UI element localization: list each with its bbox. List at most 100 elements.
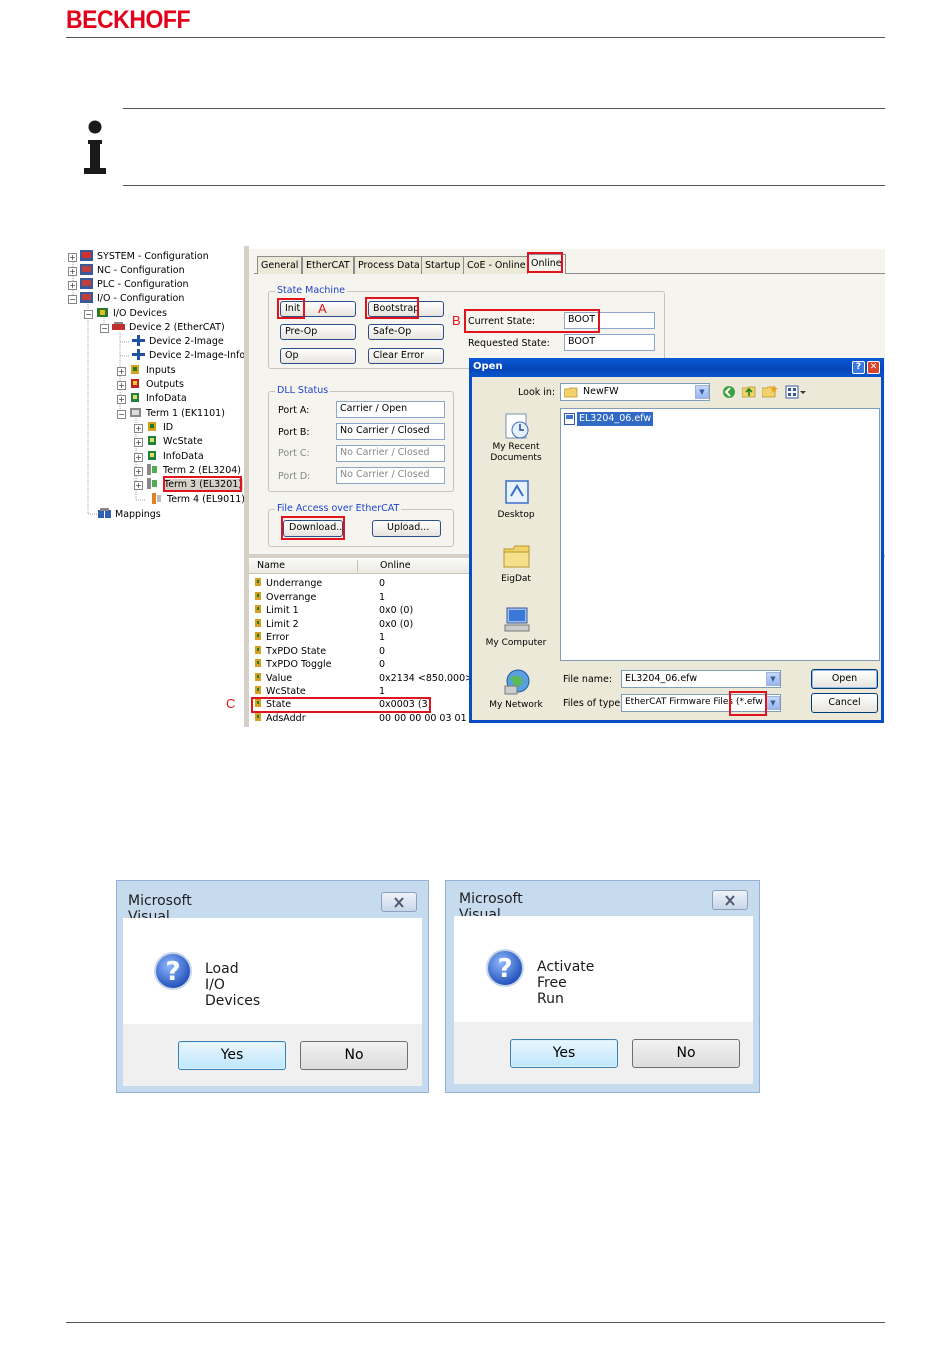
expand-icon[interactable]: + <box>117 367 126 376</box>
plc-icon <box>80 278 93 289</box>
no-button[interactable]: No <box>300 1041 408 1070</box>
grid-value: 00 00 00 00 03 01 E <box>379 713 476 724</box>
expand-icon[interactable]: + <box>68 267 77 276</box>
grid-row[interactable]: TxPDO Toggle 0 <box>254 658 385 671</box>
grid-row[interactable]: Limit 2 0x0 (0) <box>254 618 413 631</box>
up-folder-icon[interactable] <box>742 385 756 399</box>
grid-row[interactable]: Limit 1 0x0 (0) <box>254 604 413 617</box>
tree-item-outputs[interactable]: + Outputs <box>117 378 184 390</box>
close-icon[interactable]: ✕ <box>867 361 880 374</box>
my-computer-icon <box>504 607 530 632</box>
port-c-label: Port C: <box>278 448 310 459</box>
collapse-icon[interactable]: − <box>68 295 77 304</box>
collapse-icon[interactable]: − <box>84 310 93 319</box>
yes-button[interactable]: Yes <box>510 1039 618 1068</box>
preop-button[interactable]: Pre-Op <box>280 324 356 340</box>
place-label: My Network <box>489 700 543 710</box>
open-button[interactable]: Open <box>811 669 878 689</box>
grid-row[interactable]: Underrange 0 <box>254 577 385 590</box>
tree-label: SYSTEM - Configuration <box>97 251 209 262</box>
tree-item-nc[interactable]: + NC - Configuration <box>68 264 185 276</box>
clear-error-button[interactable]: Clear Error <box>368 348 444 364</box>
file-name: EL3204_06.efw <box>577 412 654 426</box>
grid-row[interactable]: Error 1 <box>254 631 385 644</box>
expand-icon[interactable]: + <box>134 453 143 462</box>
place-my-network[interactable]: My Network <box>476 668 556 718</box>
place-desktop[interactable]: Desktop <box>476 478 556 528</box>
chevron-down-icon[interactable]: ▼ <box>766 696 780 710</box>
expand-icon[interactable]: + <box>134 481 143 490</box>
expand-icon[interactable]: + <box>134 467 143 476</box>
new-folder-icon[interactable] <box>762 385 778 399</box>
open-dialog-title: Open <box>473 361 503 372</box>
tree-item-inputs[interactable]: + Inputs <box>117 364 176 376</box>
tree-item-term1-infodata[interactable]: + InfoData <box>134 450 204 462</box>
safeop-button[interactable]: Safe-Op <box>368 324 444 340</box>
expand-icon[interactable]: + <box>117 395 126 404</box>
grid-row[interactable]: TxPDO State 0 <box>254 645 385 658</box>
tree-item-id[interactable]: + ID <box>134 421 173 433</box>
tree-label: Device 2 (EtherCAT) <box>129 322 225 333</box>
cancel-button[interactable]: Cancel <box>811 693 878 713</box>
place-my-computer[interactable]: My Computer <box>476 606 556 656</box>
variable-icon <box>255 605 261 613</box>
grid-header-online[interactable]: Online <box>380 560 411 571</box>
tree-item-system[interactable]: + SYSTEM - Configuration <box>68 250 209 262</box>
upload-button[interactable]: Upload... <box>372 520 441 537</box>
tree-item-device2-image[interactable]: Device 2-Image <box>132 335 224 347</box>
file-list[interactable]: EL3204_06.efw <box>560 408 880 661</box>
tree-item-term2[interactable]: + Term 2 (EL3204) <box>134 464 241 476</box>
grid-value: 0x0 (0) <box>379 619 414 630</box>
grid-row[interactable]: Value 0x2134 <850.000> <box>254 672 473 685</box>
expand-icon[interactable]: + <box>68 281 77 290</box>
place-label: EigDat <box>501 574 531 584</box>
image-icon <box>132 349 145 360</box>
tab-startup[interactable]: Startup <box>421 256 465 274</box>
place-recent-documents[interactable]: My Recent Documents <box>476 412 556 472</box>
tree-item-io-devices[interactable]: − I/O Devices <box>84 307 167 319</box>
online-tab-highlight <box>527 252 563 273</box>
my-network-icon <box>504 669 530 695</box>
collapse-icon[interactable]: − <box>117 410 126 419</box>
port-a-field: Carrier / Open <box>336 401 445 418</box>
tree-item-term4[interactable]: Term 4 (EL9011) <box>150 493 245 505</box>
look-in-select[interactable]: NewFW ▼ <box>560 383 710 401</box>
expand-icon[interactable]: + <box>68 253 77 262</box>
tab-ethercat[interactable]: EtherCAT <box>302 256 354 274</box>
yes-button[interactable]: Yes <box>178 1041 286 1070</box>
chevron-down-icon[interactable]: ▼ <box>766 672 780 686</box>
expand-icon[interactable]: + <box>134 424 143 433</box>
tree-item-device2[interactable]: − Device 2 (EtherCAT) <box>100 321 225 333</box>
grid-header: Name Online <box>249 559 469 574</box>
expand-icon[interactable]: + <box>134 438 143 447</box>
grid-row[interactable]: Overrange 1 <box>254 591 385 604</box>
grid-header-divider <box>357 560 358 572</box>
file-type-highlight <box>729 691 767 716</box>
tab-general[interactable]: General <box>257 256 303 274</box>
collapse-icon[interactable]: − <box>100 324 109 333</box>
tab-process-data[interactable]: Process Data <box>354 256 424 274</box>
file-name-input[interactable]: EL3204_06.efw ▼ <box>621 670 781 688</box>
tree-item-io[interactable]: − I/O - Configuration <box>68 292 184 304</box>
chevron-down-icon[interactable]: ▼ <box>695 385 709 399</box>
tree-item-plc[interactable]: + PLC - Configuration <box>68 278 189 290</box>
close-button[interactable] <box>712 890 748 910</box>
expand-icon[interactable]: + <box>117 381 126 390</box>
tab-coe-online[interactable]: CoE - Online <box>463 256 530 274</box>
op-button[interactable]: Op <box>280 348 356 364</box>
place-eigdat[interactable]: EigDat <box>476 542 556 592</box>
tree-item-device2-image-info[interactable]: Device 2-Image-Info <box>132 349 245 361</box>
tree-item-term1[interactable]: − Term 1 (EK1101) <box>117 407 225 419</box>
tree-item-wcstate[interactable]: + WcState <box>134 435 203 447</box>
back-icon[interactable] <box>722 385 736 399</box>
tree-item-mappings[interactable]: Mappings <box>98 508 161 520</box>
tree-item-infodata[interactable]: + InfoData <box>117 392 187 404</box>
no-button[interactable]: No <box>632 1039 740 1068</box>
view-menu-icon[interactable] <box>785 385 807 399</box>
help-icon[interactable]: ? <box>852 361 865 374</box>
open-dialog-titlebar[interactable]: Open ? ✕ <box>469 358 884 377</box>
port-b-label: Port B: <box>278 427 310 438</box>
close-button[interactable] <box>381 892 417 912</box>
grid-header-name[interactable]: Name <box>257 560 285 571</box>
grid-row[interactable]: AdsAddr 00 00 00 00 03 01 E <box>254 712 476 725</box>
